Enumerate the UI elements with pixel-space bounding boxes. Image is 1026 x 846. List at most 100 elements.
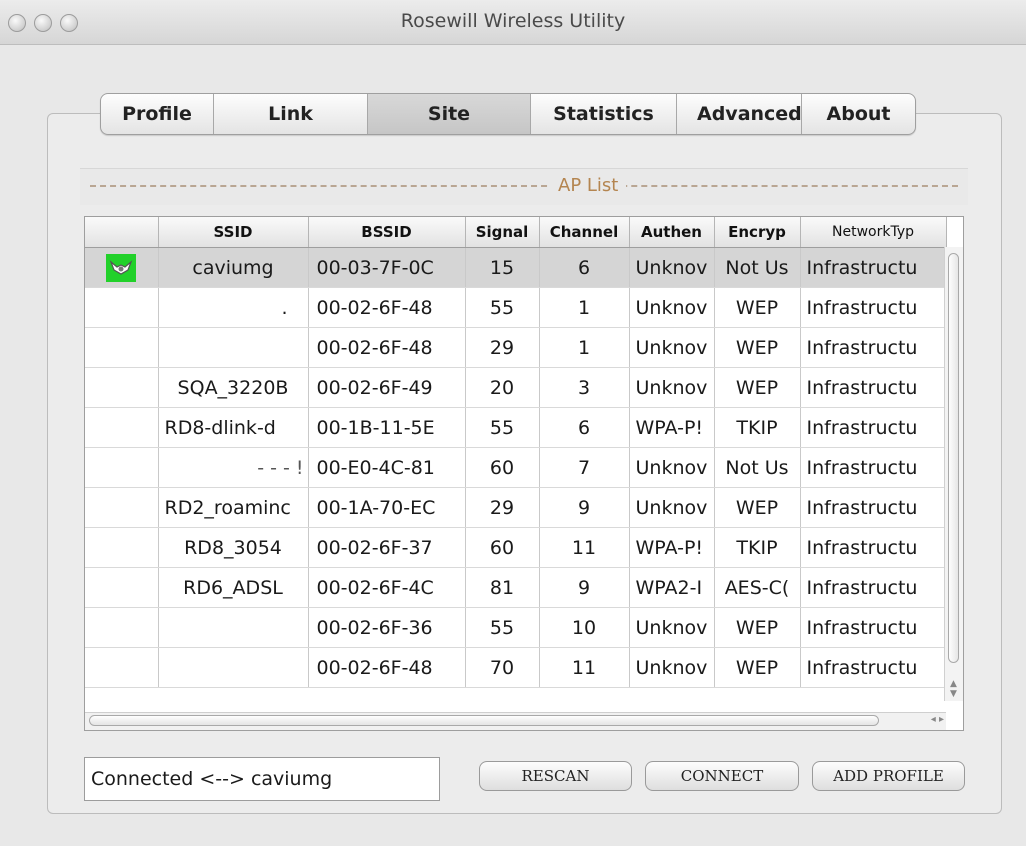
divider bbox=[90, 185, 958, 187]
vertical-scrollbar[interactable]: ▲ ▼ bbox=[944, 247, 963, 701]
tab-statistics[interactable]: Statistics bbox=[531, 94, 677, 134]
scroll-arrows-icon[interactable]: ▲ ▼ bbox=[948, 679, 959, 699]
encryp-cell: WEP bbox=[714, 287, 801, 328]
column-header-networktype[interactable]: NetworkTyp bbox=[800, 217, 947, 248]
networktype-cell: Infrastructu bbox=[800, 607, 947, 648]
tab-profile[interactable]: Profile bbox=[101, 94, 214, 134]
bssid-cell: 00-02-6F-4C bbox=[308, 567, 466, 608]
column-header-bssid[interactable]: BSSID bbox=[308, 217, 466, 248]
networktype-cell: Infrastructu bbox=[800, 527, 947, 568]
table-row[interactable]: 00-02-6F-48 70 11 Unknov WEP Infrastruct… bbox=[85, 647, 947, 688]
tab-site-survey[interactable]: Site Survey bbox=[368, 94, 531, 134]
add-profile-button[interactable]: ADD PROFILE bbox=[812, 761, 965, 791]
column-header-authen[interactable]: Authen bbox=[629, 217, 715, 248]
encryp-cell: TKIP bbox=[714, 407, 801, 448]
ssid-cell: RD8-dlink-d bbox=[158, 407, 309, 448]
tab-about[interactable]: About bbox=[802, 94, 915, 134]
ap-table-grid: SSID BSSID Signal Channel Authen Encryp … bbox=[85, 217, 947, 688]
row-icon-cell bbox=[85, 447, 159, 488]
app-window: Rosewill Wireless Utility Profile Link S… bbox=[0, 0, 1026, 846]
authen-cell: WPA-P! bbox=[629, 527, 715, 568]
ssid-cell: RD8_3054 bbox=[158, 527, 309, 568]
authen-cell: Unknov bbox=[629, 447, 715, 488]
bssid-cell: 00-02-6F-36 bbox=[308, 607, 466, 648]
signal-cell: 55 bbox=[465, 407, 540, 448]
row-icon-cell bbox=[85, 287, 159, 328]
table-row[interactable]: RD8-dlink-d 00-1B-11-5E 55 6 WPA-P! TKIP… bbox=[85, 407, 947, 448]
tab-link-status[interactable]: Link Status bbox=[214, 94, 368, 134]
column-header-ssid[interactable]: SSID bbox=[158, 217, 309, 248]
scroll-arrows-icon[interactable]: ◂ ▸ bbox=[931, 714, 944, 725]
encryp-cell: WEP bbox=[714, 487, 801, 528]
ssid-cell: - - - ! bbox=[158, 447, 309, 488]
column-header-icon[interactable] bbox=[85, 217, 159, 248]
encryp-cell: TKIP bbox=[714, 527, 801, 568]
ssid-cell bbox=[158, 647, 309, 688]
window-title: Rosewill Wireless Utility bbox=[400, 10, 626, 32]
tab-bar: Profile Link Status Site Survey Statisti… bbox=[100, 93, 916, 135]
channel-cell: 10 bbox=[539, 607, 630, 648]
channel-cell: 9 bbox=[539, 567, 630, 608]
authen-cell: Unknov bbox=[629, 607, 715, 648]
table-row[interactable]: - - - ! 00-E0-4C-81 60 7 Unknov Not Us I… bbox=[85, 447, 947, 488]
authen-cell: WPA2-I bbox=[629, 567, 715, 608]
ssid-cell: RD6_ADSL bbox=[158, 567, 309, 608]
ssid-cell: caviumg bbox=[158, 247, 309, 288]
vertical-scroll-thumb[interactable] bbox=[948, 253, 959, 663]
signal-cell: 55 bbox=[465, 607, 540, 648]
channel-cell: 3 bbox=[539, 367, 630, 408]
horizontal-scroll-thumb[interactable] bbox=[89, 715, 879, 726]
column-header-channel[interactable]: Channel bbox=[539, 217, 630, 248]
bssid-cell: 00-02-6F-49 bbox=[308, 367, 466, 408]
row-icon-cell bbox=[85, 607, 159, 648]
networktype-cell: Infrastructu bbox=[800, 367, 947, 408]
encryp-cell: WEP bbox=[714, 647, 801, 688]
table-row[interactable]: caviumg 00-03-7F-0C 15 6 Unknov Not Us I… bbox=[85, 247, 947, 288]
horizontal-scrollbar[interactable]: ◂ ▸ bbox=[85, 712, 946, 730]
bssid-cell: 00-02-6F-37 bbox=[308, 527, 466, 568]
encryp-cell: AES-C( bbox=[714, 567, 801, 608]
ssid-cell: RD2_roaminc bbox=[158, 487, 309, 528]
column-header-signal[interactable]: Signal bbox=[465, 217, 540, 248]
bssid-cell: 00-03-7F-0C bbox=[308, 247, 466, 288]
table-row[interactable]: RD2_roaminc 00-1A-70-EC 29 9 Unknov WEP … bbox=[85, 487, 947, 528]
row-icon-cell bbox=[85, 247, 159, 288]
table-row[interactable]: RD6_ADSL 00-02-6F-4C 81 9 WPA2-I AES-C( … bbox=[85, 567, 947, 608]
ap-list-header: AP List bbox=[80, 168, 968, 205]
signal-cell: 60 bbox=[465, 527, 540, 568]
authen-cell: Unknov bbox=[629, 487, 715, 528]
tab-advanced[interactable]: Advanced bbox=[677, 94, 802, 134]
ap-list-label: AP List bbox=[550, 175, 627, 196]
signal-cell: 29 bbox=[465, 327, 540, 368]
networktype-cell: Infrastructu bbox=[800, 407, 947, 448]
ssid-cell: SQA_3220B bbox=[158, 367, 309, 408]
table-row[interactable]: SQA_3220B 00-02-6F-49 20 3 Unknov WEP In… bbox=[85, 367, 947, 408]
channel-cell: 6 bbox=[539, 407, 630, 448]
authen-cell: Unknov bbox=[629, 287, 715, 328]
row-icon-cell bbox=[85, 407, 159, 448]
connection-status-field: Connected <--> caviumg bbox=[84, 757, 440, 801]
row-icon-cell bbox=[85, 367, 159, 408]
table-row[interactable]: 00-02-6F-36 55 10 Unknov WEP Infrastruct… bbox=[85, 607, 947, 648]
channel-cell: 11 bbox=[539, 527, 630, 568]
row-icon-cell bbox=[85, 487, 159, 528]
table-row[interactable]: RD8_3054 00-02-6F-37 60 11 WPA-P! TKIP I… bbox=[85, 527, 947, 568]
row-icon-cell bbox=[85, 327, 159, 368]
authen-cell: WPA-P! bbox=[629, 407, 715, 448]
signal-cell: 60 bbox=[465, 447, 540, 488]
bssid-cell: 00-1B-11-5E bbox=[308, 407, 466, 448]
channel-cell: 11 bbox=[539, 647, 630, 688]
bssid-cell: 00-02-6F-48 bbox=[308, 647, 466, 688]
table-row[interactable]: 00-02-6F-48 29 1 Unknov WEP Infrastructu bbox=[85, 327, 947, 368]
signal-cell: 81 bbox=[465, 567, 540, 608]
channel-cell: 1 bbox=[539, 327, 630, 368]
encryp-cell: WEP bbox=[714, 607, 801, 648]
networktype-cell: Infrastructu bbox=[800, 447, 947, 488]
table-row[interactable]: . 00-02-6F-48 55 1 Unknov WEP Infrastruc… bbox=[85, 287, 947, 328]
rescan-button[interactable]: RESCAN bbox=[479, 761, 632, 791]
column-header-encryp[interactable]: Encryp bbox=[714, 217, 801, 248]
channel-cell: 1 bbox=[539, 287, 630, 328]
connect-button[interactable]: CONNECT bbox=[645, 761, 799, 791]
authen-cell: Unknov bbox=[629, 367, 715, 408]
ssid-cell: . bbox=[158, 287, 309, 328]
